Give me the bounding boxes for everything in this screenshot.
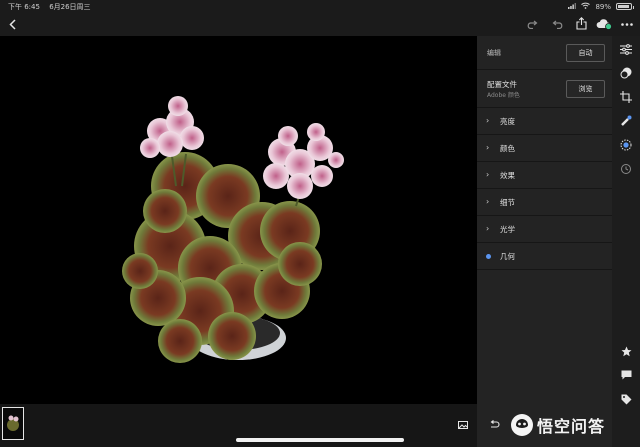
status-time: 下午 6:45 xyxy=(8,3,40,11)
cloud-sync-icon[interactable] xyxy=(596,17,612,30)
presets-icon[interactable] xyxy=(619,66,633,80)
section-light[interactable]: › 亮度 xyxy=(477,108,612,135)
versions-icon[interactable] xyxy=(619,162,633,176)
top-bar xyxy=(0,12,640,36)
more-icon[interactable] xyxy=(619,18,635,30)
section-label: 亮度 xyxy=(500,117,515,126)
wifi-icon xyxy=(581,2,591,11)
chevron-right-icon: › xyxy=(486,116,490,125)
status-date: 6月26日周三 xyxy=(49,3,91,11)
photo-thumbnail[interactable] xyxy=(2,407,24,440)
section-label: 几何 xyxy=(500,252,515,261)
comment-icon[interactable] xyxy=(619,368,633,382)
section-geometry[interactable]: 几何 xyxy=(477,243,612,270)
wukong-logo-icon xyxy=(511,414,533,436)
section-detail[interactable]: › 细节 xyxy=(477,189,612,216)
edit-panel: 编辑 自动 配置文件 Adobe 颜色 浏览 › 亮度 › 颜色 › 效果 › … xyxy=(477,36,612,447)
tool-strip xyxy=(612,36,640,447)
share-icon[interactable] xyxy=(574,16,588,31)
section-optics[interactable]: › 光学 xyxy=(477,216,612,243)
chevron-right-icon: › xyxy=(486,224,490,233)
reset-icon[interactable] xyxy=(488,419,500,429)
section-color[interactable]: › 颜色 xyxy=(477,135,612,162)
active-dot-icon xyxy=(486,254,491,259)
section-label: 效果 xyxy=(500,171,515,180)
battery-percent: 89% xyxy=(595,2,611,11)
edit-panel-header: 编辑 自动 xyxy=(477,36,612,70)
section-label: 细节 xyxy=(500,198,515,207)
photo-canvas[interactable] xyxy=(0,36,477,404)
undo-icon[interactable] xyxy=(550,18,564,30)
flower-photo xyxy=(0,36,477,404)
signal-icon xyxy=(568,2,577,11)
compare-icon[interactable] xyxy=(457,420,469,430)
auto-button[interactable]: 自动 xyxy=(566,44,605,62)
healing-brush-icon[interactable] xyxy=(619,114,633,128)
redo-icon[interactable] xyxy=(525,18,539,30)
tag-icon[interactable] xyxy=(619,392,633,406)
browse-button[interactable]: 浏览 xyxy=(566,80,605,98)
battery-icon xyxy=(616,3,634,10)
chevron-right-icon: › xyxy=(486,143,490,152)
section-effects[interactable]: › 效果 xyxy=(477,162,612,189)
profile-row: 配置文件 Adobe 颜色 浏览 xyxy=(477,70,612,108)
chevron-right-icon: › xyxy=(486,197,490,206)
star-icon[interactable] xyxy=(619,344,633,358)
watermark-text: 悟空问答 xyxy=(537,417,606,436)
sliders-icon[interactable] xyxy=(619,42,633,56)
profile-value: Adobe 颜色 xyxy=(487,92,520,99)
profile-label: 配置文件 xyxy=(487,80,517,89)
section-label: 颜色 xyxy=(500,144,515,153)
section-label: 光学 xyxy=(500,225,515,234)
edit-title: 编辑 xyxy=(487,49,501,57)
watermark: 悟空问答 xyxy=(511,413,605,437)
crop-rotate-icon[interactable] xyxy=(619,90,633,104)
home-indicator[interactable] xyxy=(236,438,404,442)
chevron-left-icon[interactable] xyxy=(6,17,18,31)
chevron-right-icon: › xyxy=(486,170,490,179)
selective-icon[interactable] xyxy=(619,138,633,152)
status-bar: 下午 6:45 6月26日周三 89% xyxy=(0,0,640,12)
